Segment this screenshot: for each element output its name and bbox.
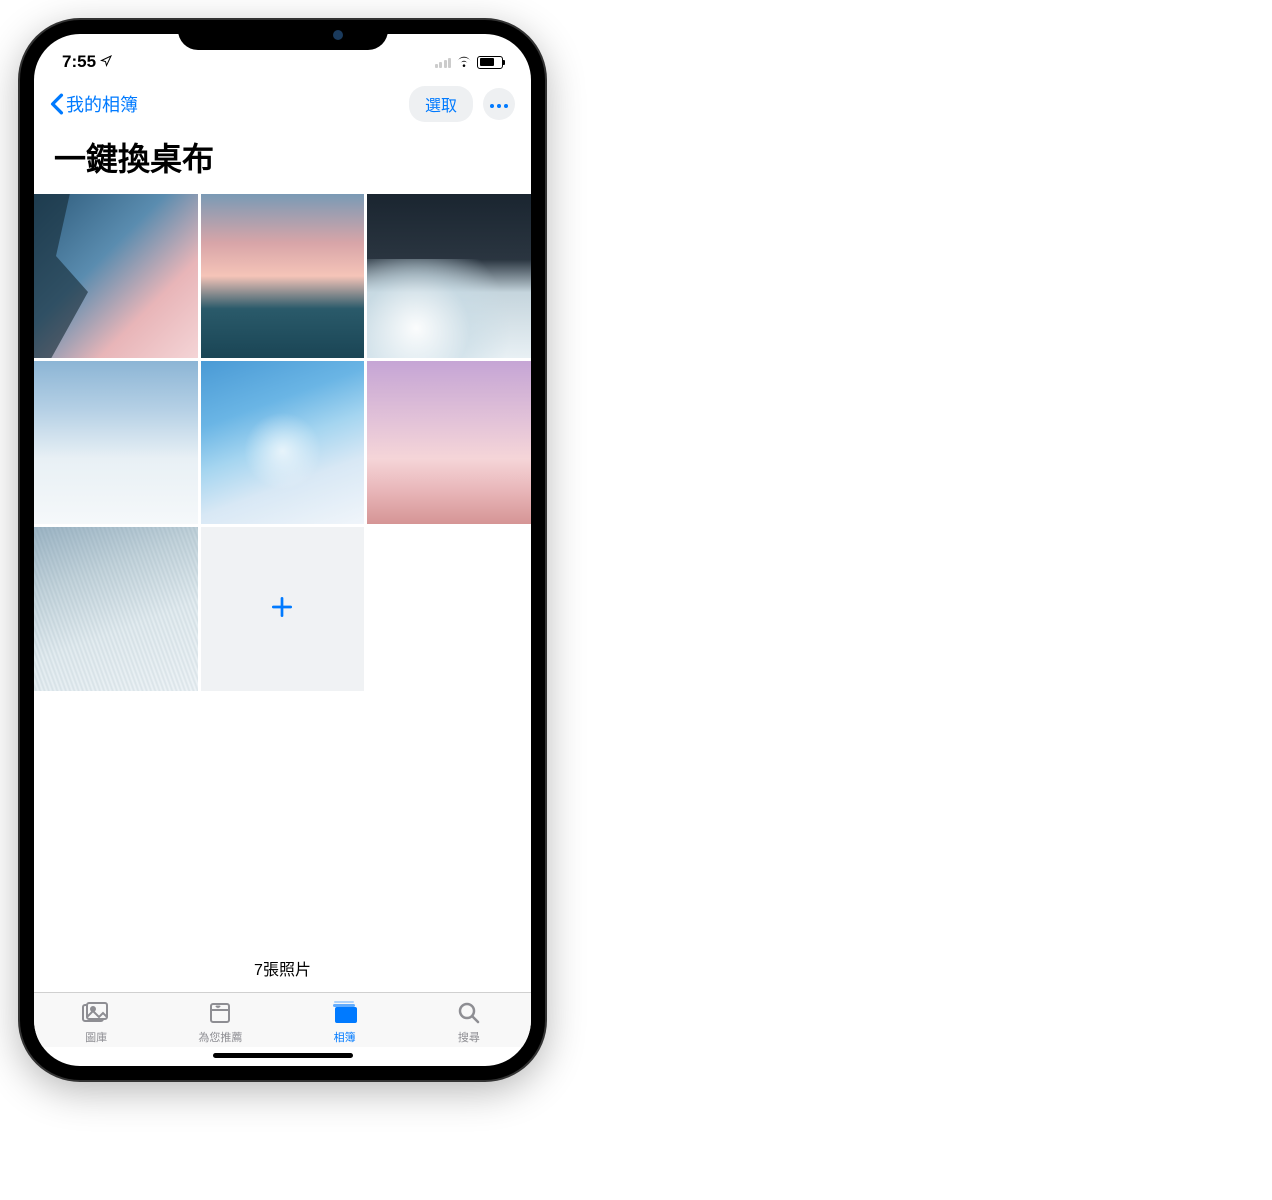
navigation-bar: 我的相簿 選取 [34,78,531,130]
photo-thumbnail[interactable] [367,361,531,525]
photo-thumbnail[interactable] [367,194,531,358]
content-area[interactable]: 7張照片 [34,194,531,992]
tab-label: 圖庫 [85,1029,107,1045]
phone-notch [178,20,388,50]
phone-frame: 7:55 我的相簿 [20,20,545,1080]
back-button[interactable]: 我的相簿 [50,91,138,117]
photo-thumbnail[interactable] [34,361,198,525]
photo-thumbnail[interactable] [201,194,365,358]
more-icon [490,95,508,113]
library-icon [81,999,111,1027]
search-icon [457,999,481,1027]
signal-icon [435,56,452,68]
phone-screen: 7:55 我的相簿 [34,34,531,1066]
tab-label: 搜尋 [458,1029,480,1045]
tab-for-you[interactable]: 為您推薦 [158,999,282,1045]
tab-library[interactable]: 圖庫 [34,999,158,1045]
photo-thumbnail[interactable] [201,361,365,525]
photo-count: 7張照片 [34,936,531,992]
status-time-group: 7:55 [62,52,112,72]
wifi-icon [456,52,472,72]
photo-thumbnail[interactable] [34,527,198,691]
tab-search[interactable]: 搜尋 [407,999,531,1045]
add-photo-button[interactable] [201,527,365,691]
album-title: 一鍵換桌布 [34,130,531,194]
nav-actions: 選取 [409,86,515,122]
select-label: 選取 [425,98,457,115]
status-indicators [435,52,504,72]
home-indicator[interactable] [213,1053,353,1058]
photo-thumbnail[interactable] [34,194,198,358]
albums-icon [331,999,359,1027]
location-icon [100,54,112,70]
status-time: 7:55 [62,52,96,72]
tab-label: 為您推薦 [198,1029,242,1045]
back-label: 我的相簿 [66,91,138,117]
more-button[interactable] [483,88,515,120]
for-you-icon [208,999,232,1027]
plus-icon [269,591,295,628]
tab-label: 相簿 [334,1029,356,1045]
tab-bar: 圖庫 為您推薦 相簿 搜尋 [34,992,531,1047]
select-button[interactable]: 選取 [409,86,473,122]
battery-icon [477,56,503,69]
tab-albums[interactable]: 相簿 [283,999,407,1045]
photo-grid [34,194,531,691]
